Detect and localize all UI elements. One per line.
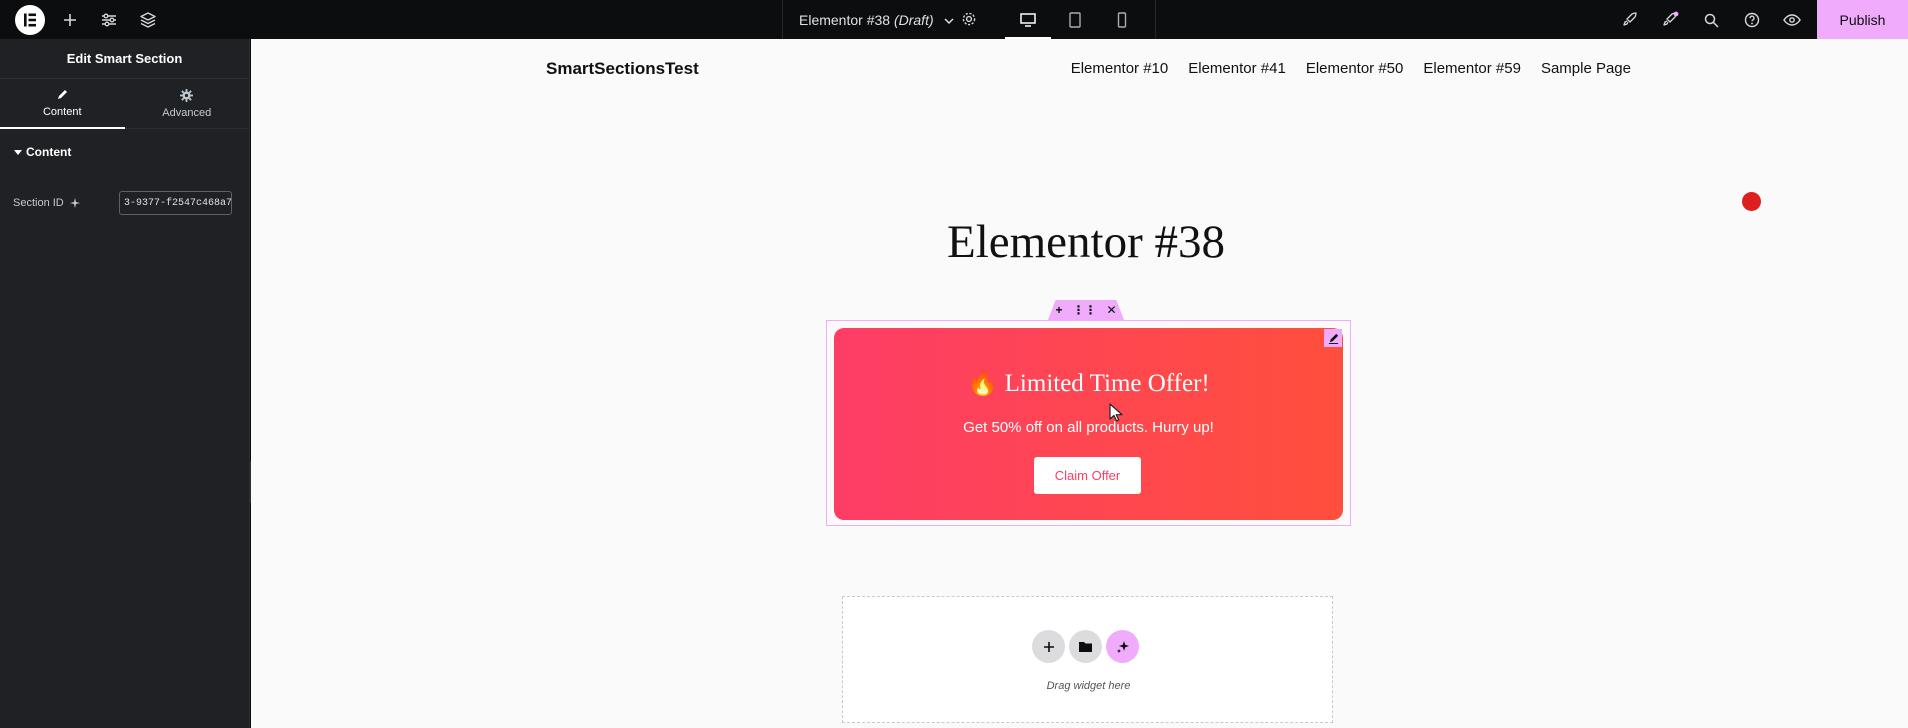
ai-sparkle-icon (1116, 640, 1129, 653)
add-section-icon[interactable]: + (1055, 303, 1062, 317)
nav-item-elementor-59[interactable]: Elementor #59 (1423, 60, 1521, 77)
search-icon[interactable] (1699, 8, 1723, 32)
content-section-toggle[interactable]: Content (0, 129, 249, 159)
section-title: Content (26, 145, 72, 159)
nav-item-elementor-41[interactable]: Elementor #41 (1188, 60, 1286, 77)
add-element-icon[interactable] (58, 8, 82, 32)
page-settings-gear-icon[interactable] (957, 7, 981, 31)
nav-item-elementor-50[interactable]: Elementor #50 (1306, 60, 1404, 77)
document-status: (Draft) (893, 12, 934, 28)
edit-widget-pencil-icon[interactable] (1324, 329, 1342, 347)
claim-offer-button[interactable]: Claim Offer (1034, 457, 1141, 494)
drag-handle-icon[interactable]: ⋮⋮ (1072, 303, 1096, 317)
panel-title: Edit Smart Section (0, 39, 249, 79)
ai-builder-button[interactable] (1106, 630, 1139, 663)
tablet-icon (1069, 11, 1081, 28)
offer-subtitle: Get 50% off on all products. Hurry up! (963, 419, 1214, 436)
top-bar: Elementor #38 (Draft) Publish (0, 0, 1908, 39)
offer-title: Limited Time Offer! (1004, 370, 1210, 397)
preview-eye-icon[interactable] (1780, 8, 1804, 32)
section-id-input[interactable]: 3-9377-f2547c468a7b (119, 191, 232, 215)
document-title-dropdown[interactable]: Elementor #38 (Draft) (799, 12, 954, 28)
help-icon[interactable] (1740, 8, 1764, 32)
desktop-icon (1020, 12, 1036, 27)
panel-tabs: Content Advanced (0, 79, 249, 129)
section-id-field: Section ID 3-9377-f2547c468a7b (13, 191, 233, 215)
folder-icon (1079, 642, 1092, 652)
site-navigation: Elementor #10 Elementor #41 Elementor #5… (1071, 60, 1631, 77)
editor-panel: Edit Smart Section Content Advanced Cont… (0, 39, 250, 728)
gear-icon (180, 88, 194, 102)
mobile-view-button[interactable] (1099, 0, 1145, 39)
nav-item-elementor-10[interactable]: Elementor #10 (1071, 60, 1169, 77)
nav-item-sample-page[interactable]: Sample Page (1541, 60, 1631, 77)
ai-sparkle-icon[interactable] (69, 198, 80, 208)
template-library-button[interactable] (1069, 630, 1102, 663)
page-title: Elementor #38 (946, 216, 1225, 268)
drag-widget-label: Drag widget here (1046, 680, 1131, 692)
site-title[interactable]: SmartSectionsTest (546, 59, 699, 79)
chevron-down-icon (943, 12, 954, 28)
tablet-view-button[interactable] (1052, 0, 1098, 39)
mouse-cursor-icon (1109, 403, 1123, 422)
preview-canvas: SmartSectionsTest Elementor #10 Elemento… (251, 39, 1908, 728)
tab-content[interactable]: Content (0, 79, 125, 129)
tab-content-label: Content (42, 106, 82, 118)
section-id-label: Section ID (13, 197, 64, 209)
site-settings-icon[interactable] (97, 8, 121, 32)
pencil-icon (58, 90, 68, 99)
offer-banner[interactable]: 🔥 Limited Time Offer! Get 50% off on all… (834, 328, 1343, 520)
publish-button[interactable]: Publish (1817, 0, 1908, 39)
desktop-view-button[interactable] (1005, 0, 1051, 39)
elementor-logo-icon[interactable] (15, 5, 45, 35)
caret-down-icon (14, 150, 22, 155)
rocket-icon[interactable] (1618, 8, 1642, 32)
delete-section-icon[interactable]: ✕ (1106, 303, 1116, 317)
tab-advanced[interactable]: Advanced (125, 79, 250, 128)
structure-layers-icon[interactable] (136, 8, 160, 32)
notifications-icon[interactable] (1658, 8, 1682, 32)
section-handle[interactable]: + ⋮⋮ ✕ (1048, 300, 1124, 320)
add-new-container-button[interactable] (1032, 630, 1065, 663)
widget-drop-zone[interactable]: Drag widget here (842, 596, 1333, 723)
fire-icon: 🔥 (967, 370, 999, 397)
plus-icon (1043, 641, 1054, 652)
tab-advanced-label: Advanced (162, 106, 212, 119)
red-dot-indicator (1742, 192, 1761, 211)
document-title: Elementor #38 (799, 12, 891, 28)
mobile-icon (1117, 11, 1127, 28)
